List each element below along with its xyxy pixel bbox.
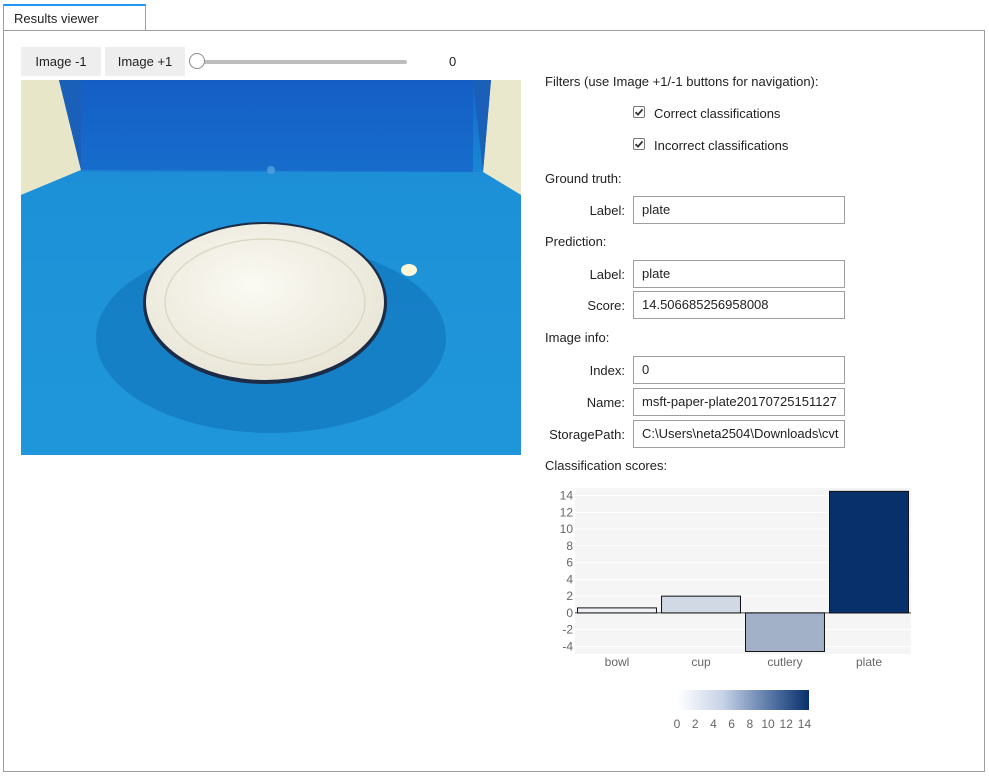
- bar-bowl[interactable]: [577, 607, 657, 614]
- y-tick-label: 14: [560, 489, 574, 503]
- colorbar: [677, 690, 809, 710]
- colorbar-tick-label: 10: [761, 717, 775, 731]
- y-tick-label: 6: [566, 556, 573, 570]
- tab-results-viewer[interactable]: Results viewer: [3, 4, 146, 30]
- incorrect-checkbox-label[interactable]: Incorrect classifications: [654, 138, 788, 153]
- y-tick-label: -4: [562, 639, 573, 653]
- colorbar-tick-label: 4: [710, 717, 717, 731]
- y-tick-label: 12: [560, 505, 574, 519]
- x-tick-label: cup: [691, 655, 711, 669]
- y-tick-label: 0: [566, 606, 573, 620]
- storage-path-field[interactable]: C:\Users\neta2504\Downloads\cvt: [633, 420, 845, 448]
- classification-scores-chart: 14121086420-2-4 bowl cup cutlery plate 0246…: [560, 488, 911, 731]
- classification-scores-title: Classification scores:: [545, 458, 668, 473]
- name-field[interactable]: msft-paper-plate20170725151127: [633, 388, 845, 416]
- colorbar-tick-label: 2: [692, 717, 699, 731]
- ground-truth-label-field[interactable]: plate: [633, 196, 845, 224]
- image-slider-handle[interactable]: [189, 53, 205, 69]
- y-tick-label: 2: [566, 589, 573, 603]
- prediction-score-field[interactable]: 14.506685256958008: [633, 291, 845, 319]
- checkmark-icon: [634, 140, 644, 148]
- bar-cutlery[interactable]: [745, 612, 825, 652]
- prediction-score-caption: Score:: [587, 298, 625, 313]
- colorbar-tick-label: 12: [780, 717, 794, 731]
- x-tick-label: cutlery: [767, 655, 802, 669]
- colorbar-tick-label: 8: [746, 717, 753, 731]
- ground-truth-label-caption: Label:: [589, 203, 625, 218]
- prediction-title: Prediction:: [545, 234, 607, 249]
- colorbar-tick-label: 0: [674, 717, 681, 731]
- incorrect-checkbox[interactable]: [633, 138, 645, 150]
- bar-plate[interactable]: [829, 490, 909, 614]
- prediction-label-field[interactable]: plate: [633, 260, 845, 288]
- x-tick-label: bowl: [605, 655, 630, 669]
- correct-checkbox[interactable]: [633, 106, 645, 118]
- storage-path-caption: StoragePath:: [549, 427, 625, 442]
- colorbar-tick-label: 6: [728, 717, 735, 731]
- correct-checkbox-label[interactable]: Correct classifications: [654, 106, 780, 121]
- ground-truth-title: Ground truth:: [545, 171, 622, 186]
- x-tick-label: plate: [856, 655, 882, 669]
- image-slider-track[interactable]: [197, 60, 407, 64]
- y-tick-label: 10: [560, 522, 574, 536]
- image-next-button[interactable]: Image +1: [105, 47, 185, 76]
- sample-image: [21, 80, 521, 455]
- y-tick-label: 4: [566, 572, 573, 586]
- bar-cup[interactable]: [661, 595, 741, 614]
- prediction-label-caption: Label:: [589, 267, 625, 282]
- colorbar-tick-label: 14: [798, 717, 812, 731]
- y-tick-label: -2: [562, 623, 573, 637]
- image-prev-button[interactable]: Image -1: [21, 47, 101, 76]
- index-caption: Index:: [589, 363, 625, 378]
- checkmark-icon: [634, 108, 644, 116]
- name-caption: Name:: [586, 395, 625, 410]
- image-info-title: Image info:: [545, 330, 610, 345]
- filters-title: Filters (use Image +1/-1 buttons for nav…: [545, 74, 819, 89]
- image-slider-value: 0: [449, 54, 457, 69]
- y-tick-label: 8: [566, 539, 573, 553]
- index-field[interactable]: 0: [633, 356, 845, 384]
